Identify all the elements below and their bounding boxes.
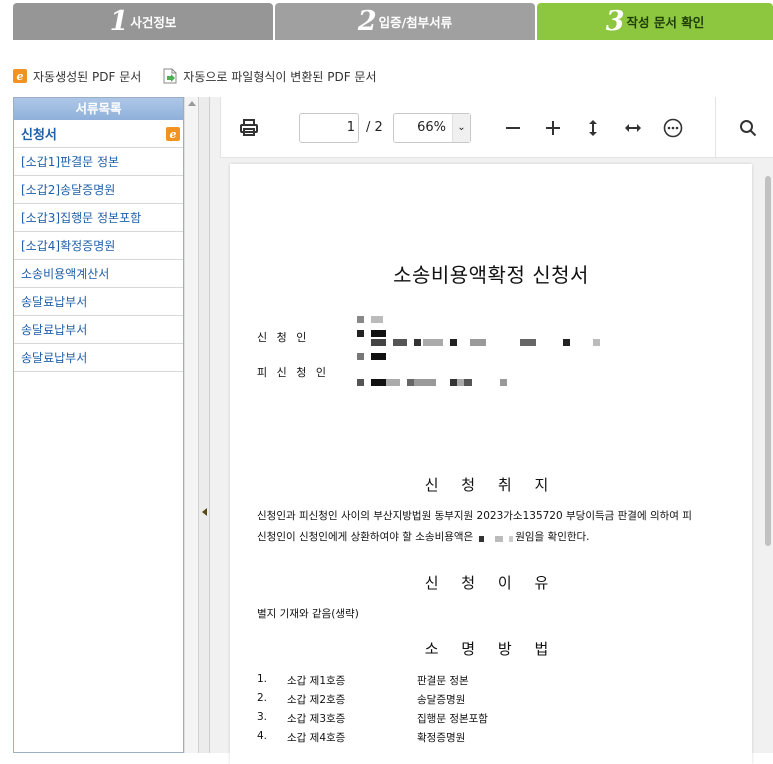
step-3-review[interactable]: 3 작성 문서 확인 [537, 3, 773, 40]
legend-auto-pdf: e 자동생성된 PDF 문서 [13, 68, 141, 85]
legend-converted-pdf-label: 자동으로 파일형식이 변환된 PDF 문서 [183, 69, 377, 84]
converted-pdf-icon [163, 68, 177, 84]
doc-item-label: 송달료납부서 [21, 351, 88, 365]
step-1-case-info[interactable]: 1 사건정보 [13, 3, 273, 40]
legend: e 자동생성된 PDF 문서 자동으로 파일형식이 변환된 PDF 문서 [13, 67, 377, 85]
evidence-no: 4. [257, 730, 268, 742]
pdf-page: 소송비용액확정 신청서 신 청 인 피 신 청 인 신 청 취 지 신청인과 피… [230, 164, 752, 764]
step-bar: 1 사건정보 2 입증/첨부서류 3 작성 문서 확인 [13, 3, 773, 40]
doc-item-label: 신청서 [21, 128, 57, 143]
doc-item-label: [소갑4]확정증명원 [21, 239, 116, 253]
page-number-input[interactable]: 1 [299, 113, 359, 143]
toolbar-divider [715, 97, 716, 158]
zoom-in-icon[interactable] [541, 116, 565, 140]
step-3-label: 작성 문서 확인 [626, 15, 705, 30]
doc-item-evidence-3[interactable]: [소갑3]집행문 정본포함 [14, 204, 183, 232]
purpose-line-2: 신청인이 신청인에게 상환하여야 할 소송비용액은 원임을 확인한다. [257, 527, 727, 548]
evidence-heading: 소 명 방 법 [424, 640, 558, 658]
zoom-select[interactable]: 66% ⌄ [393, 113, 471, 143]
purpose-line-2a: 신청인이 신청인에게 상환하여야 할 소송비용액은 [257, 531, 474, 543]
chevron-down-icon: ⌄ [452, 114, 470, 142]
page-total: / 2 [366, 120, 383, 135]
purpose-heading: 신 청 취 지 [424, 476, 558, 494]
fit-height-icon[interactable] [581, 116, 605, 140]
step-2-number: 2 [357, 6, 377, 37]
legend-converted-pdf: 자동으로 파일형식이 변환된 PDF 문서 [163, 68, 377, 85]
evidence-code: 소갑 제1호증 [287, 675, 346, 687]
evidence-no: 1. [257, 673, 268, 685]
purpose-line-2b: 원임을 확인한다. [515, 531, 590, 543]
auto-pdf-icon: e [166, 127, 180, 141]
doc-item-postage-1[interactable]: 송달료납부서 [14, 288, 183, 316]
reason-heading: 신 청 이 유 [424, 574, 558, 592]
pdf-toolbar: 1 / 2 66% ⌄ [220, 97, 773, 158]
viewer-scrollbar-thumb[interactable] [765, 176, 771, 546]
doc-item-label: [소갑1]판결문 정본 [21, 155, 120, 169]
doc-item-postage-2[interactable]: 송달료납부서 [14, 316, 183, 344]
panel-splitter[interactable] [198, 97, 210, 753]
doc-item-postage-3[interactable]: 송달료납부서 [14, 344, 183, 372]
document-list-panel: 서류목록 신청서 e [소갑1]판결문 정본 [소갑2]송달증명원 [소갑3]집… [13, 97, 184, 753]
doc-item-application[interactable]: 신청서 e [14, 120, 183, 148]
respondent-label: 피 신 청 인 [257, 366, 329, 379]
evidence-name: 판결문 정본 [417, 675, 469, 687]
document-list-scrollbar[interactable] [184, 97, 198, 753]
zoom-out-icon[interactable] [501, 116, 525, 140]
more-options-icon[interactable] [661, 116, 685, 140]
step-2-attachments[interactable]: 2 입증/첨부서류 [275, 3, 535, 40]
purpose-line-1: 신청인과 피신청인 사이의 부산지방법원 동부지원 2023가소135720 부… [257, 510, 692, 522]
legend-auto-pdf-label: 자동생성된 PDF 문서 [33, 69, 142, 84]
step-3-number: 3 [605, 6, 625, 37]
doc-item-evidence-2[interactable]: [소갑2]송달증명원 [14, 176, 183, 204]
document-list: 신청서 e [소갑1]판결문 정본 [소갑2]송달증명원 [소갑3]집행문 정본… [14, 120, 183, 372]
step-1-label: 사건정보 [130, 15, 177, 30]
evidence-code: 소갑 제4호증 [287, 732, 346, 744]
pdf-viewer: 1 / 2 66% ⌄ 소송비용액확정 신청서 신 청 인 피 신 청 인 신 … [210, 97, 773, 764]
search-icon[interactable] [736, 116, 760, 140]
doc-item-evidence-1[interactable]: [소갑1]판결문 정본 [14, 148, 183, 176]
zoom-value: 66% [417, 120, 446, 135]
scroll-up-arrow-icon[interactable] [188, 101, 196, 106]
print-icon[interactable] [237, 116, 261, 140]
viewer-scrollbar[interactable] [763, 158, 773, 753]
step-2-label: 입증/첨부서류 [378, 15, 453, 30]
auto-pdf-icon: e [13, 69, 27, 83]
doc-item-label: [소갑3]집행문 정본포함 [21, 211, 142, 225]
document-title: 소송비용액확정 신청서 [393, 263, 589, 287]
evidence-no: 2. [257, 692, 268, 704]
doc-item-label: 소송비용액계산서 [21, 267, 110, 281]
reason-text: 별지 기재와 같음(생략) [257, 608, 359, 620]
evidence-name: 송달증명원 [417, 694, 466, 706]
document-list-title: 서류목록 [14, 98, 183, 120]
evidence-no: 3. [257, 711, 268, 723]
doc-item-label: 송달료납부서 [21, 323, 88, 337]
purpose-text: 신청인과 피신청인 사이의 부산지방법원 동부지원 2023가소135720 부… [257, 506, 727, 548]
doc-item-label: 송달료납부서 [21, 295, 88, 309]
evidence-name: 확정증명원 [417, 732, 466, 744]
applicant-label: 신 청 인 [257, 331, 310, 344]
evidence-name: 집행문 정본포함 [417, 713, 488, 725]
doc-item-evidence-4[interactable]: [소갑4]확정증명원 [14, 232, 183, 260]
fit-width-icon[interactable] [621, 116, 645, 140]
step-1-number: 1 [109, 6, 129, 37]
doc-item-cost-statement[interactable]: 소송비용액계산서 [14, 260, 183, 288]
evidence-code: 소갑 제3호증 [287, 713, 346, 725]
doc-item-label: [소갑2]송달증명원 [21, 183, 116, 197]
evidence-code: 소갑 제2호증 [287, 694, 346, 706]
collapse-left-icon[interactable] [202, 508, 207, 516]
